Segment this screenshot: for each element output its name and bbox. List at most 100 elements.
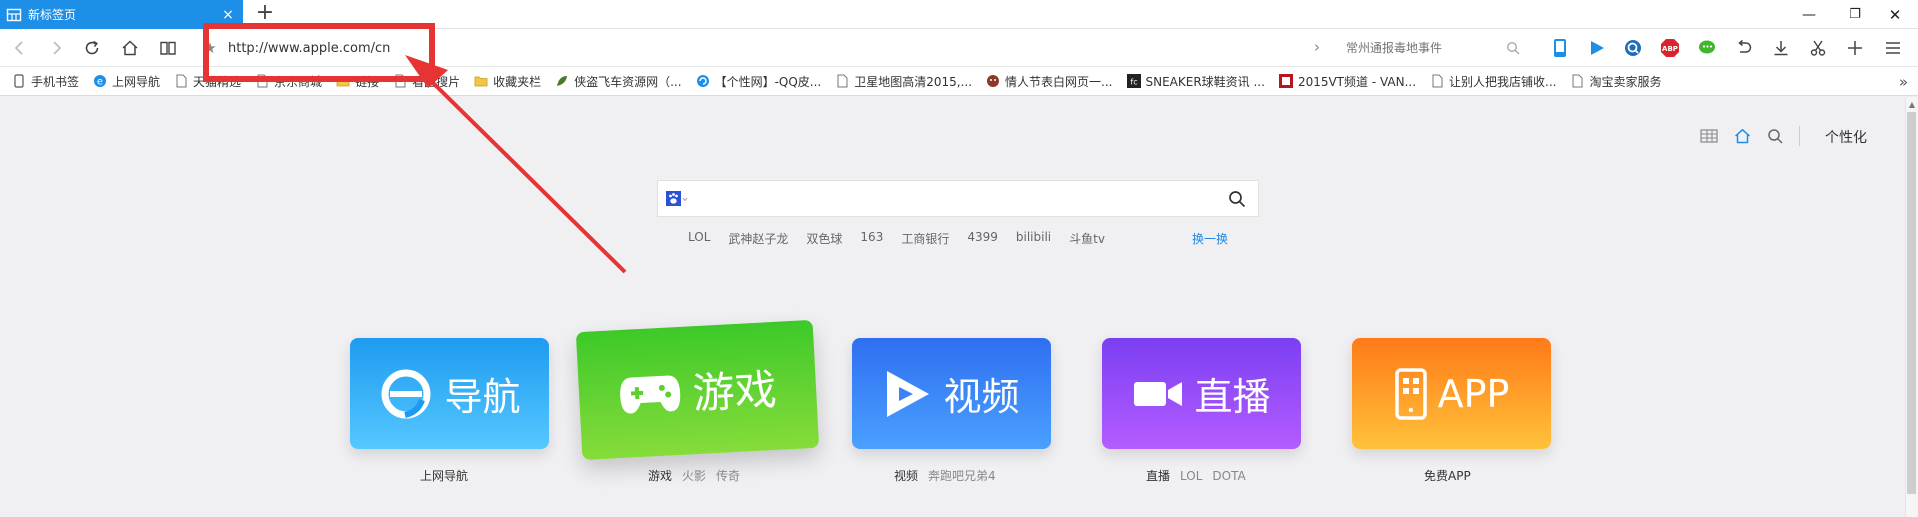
app-caption: 免费APP [1424, 467, 1471, 484]
top-search-box[interactable] [1338, 34, 1538, 62]
forward-button[interactable] [42, 34, 70, 62]
phone-icon [1394, 367, 1427, 420]
gamepad-icon [620, 375, 681, 414]
bookmark-label: 情人节表白网页一... [1005, 74, 1113, 89]
bookmark-item[interactable]: 让别人把我店铺收... [1430, 70, 1557, 92]
caption-title[interactable]: 上网导航 [420, 469, 468, 483]
home-outline-icon[interactable] [1734, 128, 1751, 144]
app-card-title: APP [1437, 371, 1510, 416]
bookmark-label: 收藏夹栏 [493, 74, 542, 89]
hotword-link[interactable]: 163 [860, 230, 883, 247]
home-search-box[interactable] [657, 180, 1259, 217]
live-caption: 直播 LOL DOTA [1146, 467, 1246, 484]
refresh-hotwords-link[interactable]: 换一换 [1192, 230, 1228, 247]
bookmark-label: 上网导航 [112, 74, 161, 89]
live-card[interactable]: 直播 [1102, 338, 1301, 449]
browser-window: 新标签页 × + — ❐ ✕ ★ › [0, 0, 1918, 517]
hotword-link[interactable]: 4399 [967, 230, 998, 247]
personalize-button[interactable]: 个性化 [1825, 127, 1867, 147]
caption-sub-link[interactable]: DOTA [1212, 469, 1245, 483]
bookmark-item[interactable]: e 上网导航 [93, 70, 160, 92]
bookmark-label: 侠盗飞车资源网（... [574, 74, 682, 89]
home-icon [122, 40, 138, 56]
caption-sub-link[interactable]: 传奇 [716, 469, 740, 483]
fc-icon: fc [1126, 74, 1141, 88]
folder-icon [474, 74, 488, 88]
scroll-up-arrow-icon[interactable]: ▲ [1909, 100, 1915, 109]
game-card[interactable]: 游戏 [575, 319, 820, 461]
search-outline-icon[interactable] [1767, 128, 1783, 144]
top-search-input[interactable] [1338, 41, 1506, 55]
qq-search-icon[interactable] [1620, 35, 1646, 61]
page-icon [1430, 74, 1444, 88]
bookmark-item[interactable]: fc SNEAKER球鞋资讯 ... [1126, 70, 1265, 92]
video-card[interactable]: 视频 [852, 338, 1051, 449]
adblock-icon[interactable]: ABP [1657, 35, 1683, 61]
app-card[interactable]: APP [1352, 338, 1551, 449]
bookmark-item[interactable]: 侠盗飞车资源网（... [555, 70, 682, 92]
nav-card[interactable]: 导航 [350, 338, 549, 449]
nav-card-title: 导航 [444, 375, 521, 419]
caption-sub-link[interactable]: 火影 [682, 469, 706, 483]
bookmark-item[interactable]: 手机书签 [12, 70, 79, 92]
bookmark-item[interactable]: 淘宝卖家服务 [1571, 70, 1662, 92]
reload-icon [85, 40, 99, 55]
caption-sub-link[interactable]: 奔跑吧兄弟4 [928, 469, 996, 483]
caption-title[interactable]: 免费APP [1424, 469, 1471, 483]
back-button[interactable] [6, 34, 34, 62]
scrollbar-thumb[interactable] [1907, 112, 1916, 494]
reload-button[interactable] [78, 34, 106, 62]
hotword-link[interactable]: 斗鱼tv [1069, 230, 1105, 247]
back-arrow-icon [14, 41, 23, 55]
search-icon[interactable] [1228, 190, 1246, 208]
grid-icon [6, 8, 22, 21]
search-icon[interactable] [1506, 41, 1520, 55]
hotword-link[interactable]: 双色球 [806, 230, 842, 247]
page-icon [835, 74, 849, 88]
svg-text:e: e [97, 77, 103, 88]
ie-icon: e [93, 74, 107, 88]
menu-icon[interactable] [1880, 35, 1906, 61]
mobile-sync-icon[interactable] [1547, 35, 1573, 61]
download-icon[interactable] [1768, 35, 1794, 61]
camera-icon [1134, 381, 1183, 406]
bookmark-item[interactable]: 收藏夹栏 [474, 70, 541, 92]
bookmark-item[interactable]: 【个性网】-QQ皮... [696, 70, 821, 92]
plus-icon[interactable] [1842, 35, 1868, 61]
caption-title[interactable]: 直播 [1146, 469, 1170, 483]
bookmark-item[interactable]: 情人节表白网页一... [986, 70, 1113, 92]
video-play-icon[interactable] [1584, 35, 1610, 61]
svg-text:ABP: ABP [1662, 45, 1678, 53]
baidu-paw-icon[interactable] [666, 190, 688, 207]
hotword-link[interactable]: 武神赵子龙 [728, 230, 788, 247]
home-search-input[interactable] [698, 183, 1228, 214]
bookmarks-overflow-button[interactable]: » [1899, 67, 1908, 96]
page-icon [1571, 74, 1585, 88]
bookmark-label: 手机书签 [31, 74, 80, 89]
chevron-right-icon[interactable]: › [1305, 33, 1329, 61]
scissors-icon[interactable] [1805, 35, 1831, 61]
vt-icon [1278, 74, 1293, 88]
home-button[interactable] [116, 34, 144, 62]
bookmark-item[interactable]: 卫星地图高清2015,... [835, 70, 972, 92]
hotword-link[interactable]: LOL [688, 230, 710, 247]
hotword-link[interactable]: bilibili [1016, 230, 1051, 247]
caption-sub-link[interactable]: LOL [1180, 469, 1202, 483]
leaf-icon [555, 74, 569, 88]
video-caption: 视频 奔跑吧兄弟4 [894, 467, 996, 484]
close-window-button[interactable]: ✕ [1872, 0, 1918, 29]
bookmark-label: SNEAKER球鞋资讯 ... [1145, 74, 1265, 89]
reading-mode-button[interactable] [154, 34, 182, 62]
caption-title[interactable]: 游戏 [648, 469, 672, 483]
hotword-link[interactable]: 工商银行 [901, 230, 949, 247]
bookmark-item[interactable]: 2015VT频道 - VAN... [1278, 70, 1416, 92]
layout-grid-icon[interactable] [1700, 129, 1718, 143]
undo-icon[interactable] [1731, 35, 1757, 61]
play-icon [887, 370, 930, 417]
hot-search-words: LOL 武神赵子龙 双色球 163 工商银行 4399 bilibili 斗鱼tv [688, 230, 1123, 247]
caption-title[interactable]: 视频 [894, 469, 918, 483]
nav-caption: 上网导航 [420, 467, 468, 484]
minimize-button[interactable]: — [1786, 0, 1832, 29]
wechat-icon[interactable] [1694, 35, 1720, 61]
tab-title: 新标签页 [28, 8, 77, 22]
